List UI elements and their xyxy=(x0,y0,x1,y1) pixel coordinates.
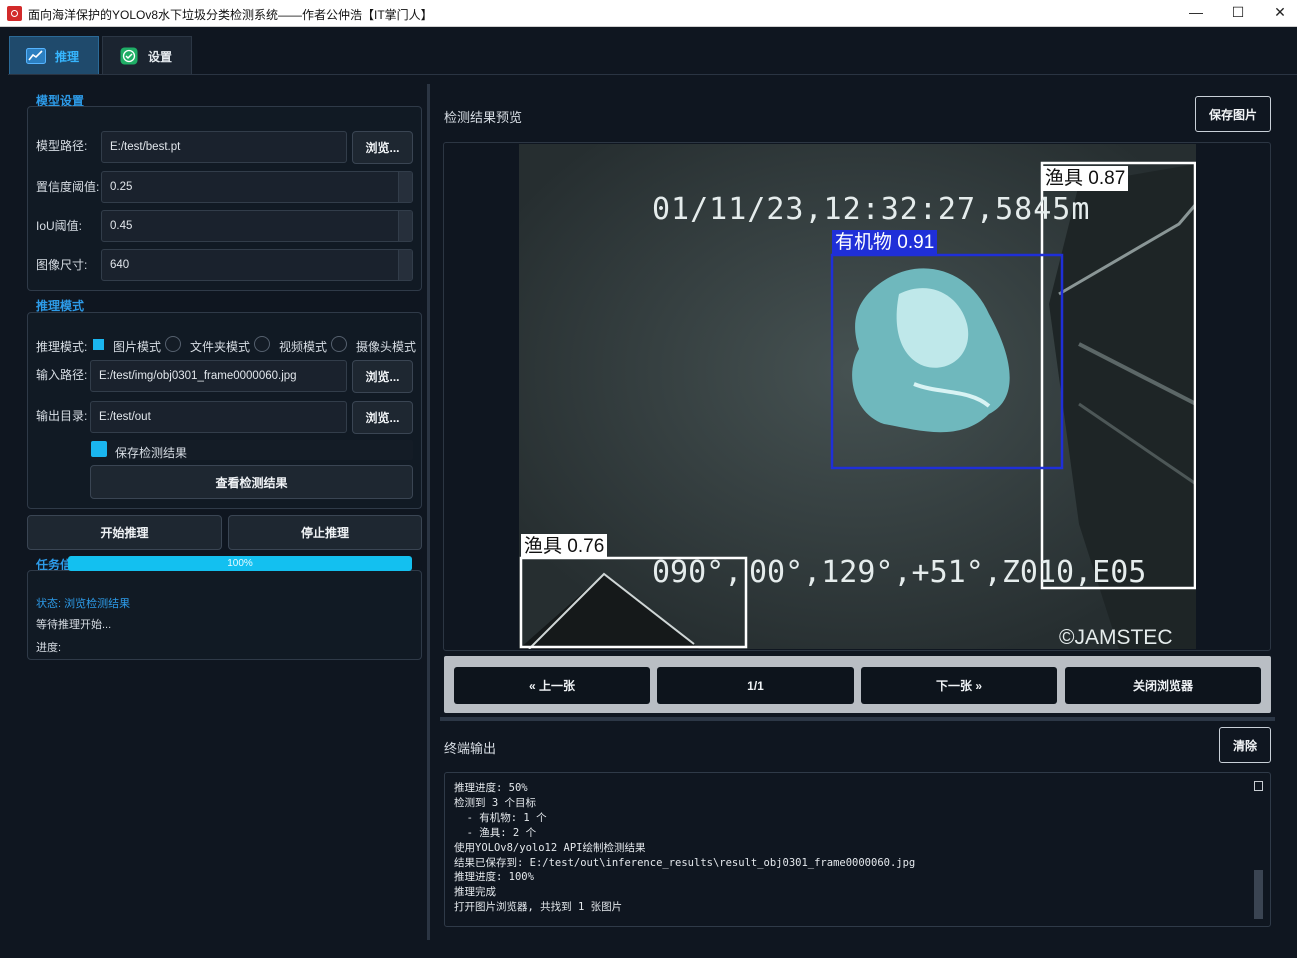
next-image-button[interactable]: 下一张 » xyxy=(861,667,1057,704)
image-counter: 1/1 xyxy=(657,667,854,704)
confidence-spin-arrows[interactable] xyxy=(398,172,412,202)
status-text: 状态: 浏览检测结果 xyxy=(36,598,131,610)
model-path-label: 模型路径: xyxy=(36,139,88,153)
terminal-line: 打开图片浏览器, 共找到 1 张图片 xyxy=(454,901,623,914)
confidence-label: 置信度阈值: xyxy=(36,180,100,194)
output-browse-button[interactable]: 浏览... xyxy=(352,401,413,434)
tab-settings[interactable]: 设置 xyxy=(102,36,192,75)
iou-spinbox[interactable]: 0.45 xyxy=(101,210,413,242)
iou-label: IoU阈值: xyxy=(36,219,83,233)
terminal-line: 推理完成 xyxy=(454,886,496,899)
start-inference-button[interactable]: 开始推理 xyxy=(27,515,222,550)
detection-label-organic: 有机物 0.91 xyxy=(832,230,938,255)
terminal-line: - 渔具: 2 个 xyxy=(454,826,537,839)
terminal-line: 推理进度: 50% xyxy=(454,782,528,794)
radio-camera-mode-label[interactable]: 摄像头模式 xyxy=(356,338,416,355)
terminal-line: 检测到 3 个目标 xyxy=(454,796,536,809)
tab-bar: 推理 设置 xyxy=(0,28,1297,75)
detection-label-fishing-gear-2: 渔具 0.76 xyxy=(521,534,608,559)
preview-title: 检测结果预览 xyxy=(444,110,523,125)
output-dir-input[interactable]: E:/test/out xyxy=(90,401,347,433)
maximize-button[interactable]: ☐ xyxy=(1217,0,1259,27)
imgsize-label: 图像尺寸: xyxy=(36,258,88,272)
terminal-lines: 推理进度: 50% 检测到 3 个目标 - 有机物: 1 个 - 渔具: 2 个使… xyxy=(454,781,915,915)
splitter-handle[interactable] xyxy=(440,717,1275,721)
close-viewer-button[interactable]: 关闭浏览器 xyxy=(1065,667,1261,704)
save-results-checkbox[interactable] xyxy=(91,441,107,457)
terminal-title: 终端输出 xyxy=(444,741,497,756)
window-title: 面向海洋保护的YOLOv8水下垃圾分类检测系统——作者公仲浩【IT掌门人】 xyxy=(28,8,433,22)
task-info-group xyxy=(27,570,422,660)
minimize-button[interactable]: — xyxy=(1175,0,1217,27)
radio-folder-mode[interactable] xyxy=(165,336,181,352)
chart-line-icon xyxy=(26,47,46,65)
tab-inference[interactable]: 推理 xyxy=(9,36,99,75)
progress-bar: 100% xyxy=(68,556,412,571)
model-path-input[interactable]: E:/test/best.pt xyxy=(101,131,347,163)
imgsize-spin-arrows[interactable] xyxy=(398,250,412,280)
tab-settings-label: 设置 xyxy=(148,49,173,64)
radio-image-mode-label[interactable]: 图片模式 xyxy=(113,338,161,355)
radio-image-mode[interactable] xyxy=(93,339,104,350)
iou-spin-arrows[interactable] xyxy=(398,211,412,241)
detection-preview-image: 01/11/23,12:32:27,5845m 090°, 00°,129°,+… xyxy=(519,144,1196,649)
overlay-timestamp: 01/11/23,12:32:27,5845m xyxy=(652,192,1091,227)
progress-label: 进度: xyxy=(36,642,62,654)
input-path-label: 输入路径: xyxy=(36,368,88,382)
radio-camera-mode[interactable] xyxy=(331,336,347,352)
input-browse-button[interactable]: 浏览... xyxy=(352,360,413,393)
prev-image-button[interactable]: « 上一张 xyxy=(454,667,650,704)
scrollbar-thumb[interactable] xyxy=(1254,870,1263,919)
check-icon xyxy=(119,47,139,65)
confidence-spinbox[interactable]: 0.25 xyxy=(101,171,413,203)
close-window-button[interactable]: ✕ xyxy=(1259,0,1297,27)
tab-inference-label: 推理 xyxy=(55,49,80,64)
mode-label: 推理模式: xyxy=(36,340,88,354)
radio-video-mode-label[interactable]: 视频模式 xyxy=(279,338,327,355)
terminal-line: 使用YOLOv8/yolo12 API绘制检测结果 xyxy=(454,841,646,854)
input-path-input[interactable]: E:/test/img/obj0301_frame0000060.jpg xyxy=(90,360,347,392)
radio-video-mode[interactable] xyxy=(254,336,270,352)
iou-value: 0.45 xyxy=(110,220,133,232)
panel-divider[interactable] xyxy=(427,84,430,940)
tab-underline xyxy=(8,74,1297,75)
overlay-credit: ©JAMSTEC xyxy=(1059,626,1173,649)
imgsize-value: 640 xyxy=(110,259,130,271)
overlay-coords-left: 090°, xyxy=(652,555,743,590)
view-results-button[interactable]: 查看检测结果 xyxy=(90,465,413,499)
terminal-line: - 有机物: 1 个 xyxy=(454,811,547,824)
radio-folder-mode-label[interactable]: 文件夹模式 xyxy=(190,338,250,355)
terminal-line: 推理进度: 100% xyxy=(454,871,534,884)
output-dir-label: 输出目录: xyxy=(36,409,88,423)
terminal-line: 结果已保存到: E:/test/out\inference_results\re… xyxy=(454,856,916,869)
stop-inference-button[interactable]: 停止推理 xyxy=(228,515,422,550)
detection-label-fishing-gear: 渔具 0.87 xyxy=(1042,166,1129,191)
scroll-up-arrow[interactable] xyxy=(1254,781,1263,791)
overlay-coords-right: 00°,129°,+51°,Z010,E05 xyxy=(749,555,1147,590)
model-browse-button[interactable]: 浏览... xyxy=(352,131,413,164)
save-image-button[interactable]: 保存图片 xyxy=(1195,96,1271,132)
waiting-text: 等待推理开始... xyxy=(36,619,112,631)
clear-terminal-button[interactable]: 清除 xyxy=(1219,727,1271,763)
save-results-label[interactable]: 保存检测结果 xyxy=(115,444,187,461)
confidence-value: 0.25 xyxy=(110,181,133,193)
window-titlebar: 面向海洋保护的YOLOv8水下垃圾分类检测系统——作者公仲浩【IT掌门人】 — … xyxy=(0,0,1297,27)
imgsize-spinbox[interactable]: 640 xyxy=(101,249,413,281)
app-logo-icon xyxy=(7,6,22,21)
